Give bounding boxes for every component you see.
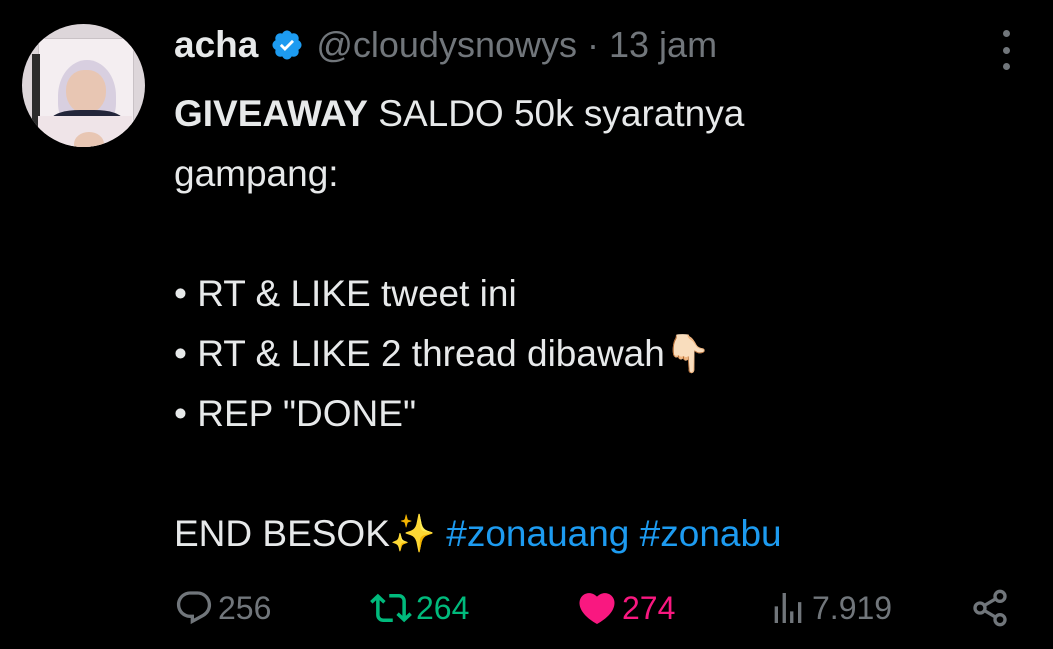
reply-button[interactable]: 256 [174, 586, 271, 630]
more-dot [1002, 30, 1010, 37]
tweet-end-text: END BESOK [174, 513, 390, 554]
retweet-icon [370, 587, 412, 629]
hashtag-link[interactable]: #zonabu [640, 513, 782, 554]
retweet-button[interactable]: 264 [370, 586, 469, 630]
tweet[interactable]: acha @cloudysnowys · 13 jam GIVEAWAY SAL… [0, 0, 1053, 649]
tweet-header: acha @cloudysnowys · 13 jam [174, 22, 717, 68]
verified-badge-icon [270, 28, 304, 62]
retweet-count: 264 [416, 589, 470, 626]
tweet-line: gampang: [174, 153, 339, 194]
more-dot [1002, 63, 1010, 70]
tweet-bullet: • RT & LIKE tweet ini [174, 273, 517, 314]
tweet-text-bold: GIVEAWAY [174, 93, 368, 134]
tweet-bullet: • RT & LIKE 2 thread dibawah👇🏻 [174, 324, 1034, 384]
more-options-icon[interactable] [994, 30, 1018, 70]
header-separator: · [587, 24, 599, 65]
like-count: 274 [622, 589, 676, 626]
tweet-bullet-text: • RT & LIKE 2 thread dibawah [174, 333, 665, 374]
tweet-timestamp[interactable]: 13 jam [609, 24, 717, 66]
author-handle[interactable]: @cloudysnowys [316, 24, 577, 66]
tweet-line: END BESOK✨ #zonauang #zonabu [174, 504, 1034, 564]
avatar[interactable] [22, 24, 145, 147]
more-dot [1002, 46, 1010, 54]
tweet-bullet: • REP "DONE" [174, 393, 417, 434]
views-button[interactable]: 7.919 [768, 586, 892, 630]
share-button[interactable] [970, 586, 1010, 630]
author-name[interactable]: acha [174, 24, 258, 66]
action-bar: 256 264 274 7.919 [174, 586, 1014, 630]
tweet-text: GIVEAWAY SALDO 50k syaratnya gampang: • … [174, 84, 1034, 564]
hashtag-link[interactable]: #zonauang [446, 513, 629, 554]
sparkles-emoji: ✨ [389, 512, 436, 555]
share-icon [970, 588, 1010, 628]
reply-icon [174, 588, 214, 628]
views-count: 7.919 [812, 589, 893, 626]
avatar-face [66, 70, 106, 114]
reply-count: 256 [218, 589, 272, 626]
heart-icon [576, 587, 618, 629]
tweet-line: GIVEAWAY SALDO 50k syaratnya [174, 84, 1034, 144]
pointing-down-emoji: 👇🏻 [664, 332, 711, 375]
tweet-text-run: SALDO 50k syaratnya [367, 93, 745, 134]
like-button[interactable]: 274 [576, 586, 675, 630]
views-icon [768, 588, 808, 628]
